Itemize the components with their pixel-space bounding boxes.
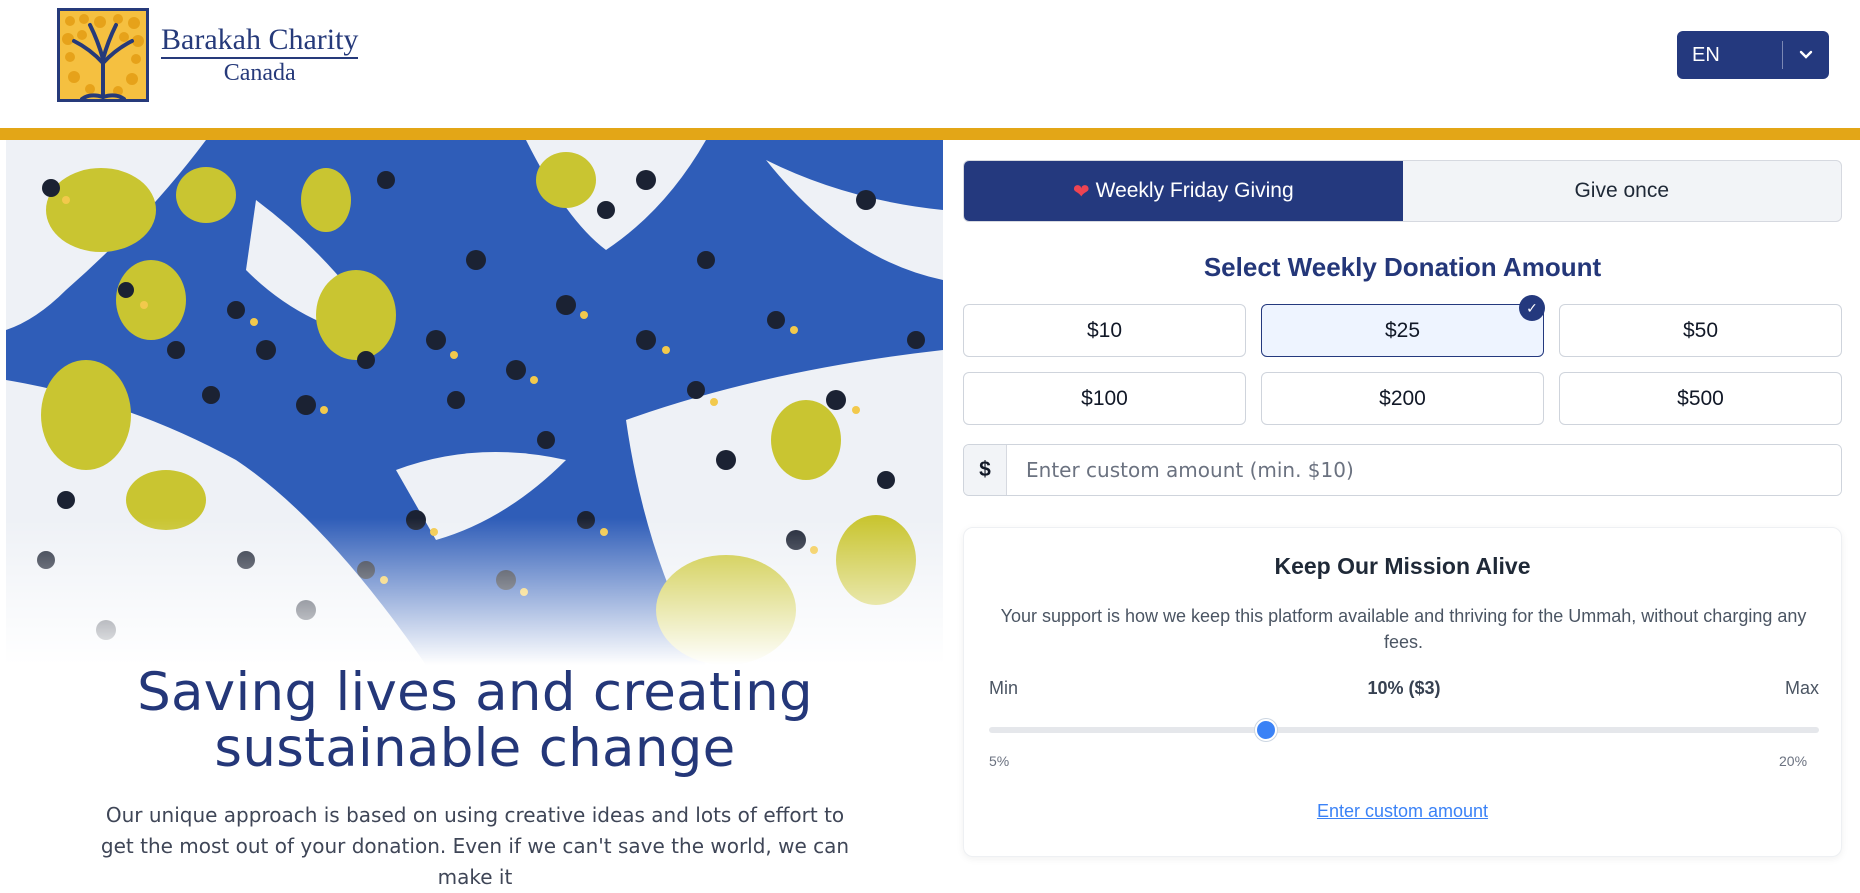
amount-label: $25 xyxy=(1384,318,1421,342)
logo-subtitle: Canada xyxy=(223,60,296,86)
slider-max-label: Max xyxy=(1784,678,1819,698)
language-code: EN xyxy=(1692,43,1720,66)
tab-label: Give once xyxy=(1574,179,1670,202)
tree-logo-icon xyxy=(57,8,149,102)
amount-option-button[interactable]: $100 xyxy=(963,372,1246,425)
donation-amount-options: $10 $25 ✓ $50 $100 $200 $500 xyxy=(963,295,1842,425)
mission-description: Your support is how we keep this platfor… xyxy=(1000,606,1807,652)
hero-intro: Our unique approach is based on using cr… xyxy=(100,803,850,889)
giving-type-tabs: ❤ Weekly Friday Giving Give once xyxy=(963,160,1842,222)
currency-prefix: $ xyxy=(964,445,1007,495)
fee-slider-track[interactable] xyxy=(989,719,1819,741)
logo-text: Barakah Charity Canada xyxy=(161,25,359,86)
amount-option-button[interactable]: $200 xyxy=(1261,372,1544,425)
logo-title: Barakah Charity xyxy=(161,25,359,59)
amount-option-button[interactable]: $500 xyxy=(1559,372,1842,425)
tab-give-once[interactable]: Give once xyxy=(1403,161,1842,221)
custom-amount-input[interactable] xyxy=(1007,445,1841,495)
check-icon: ✓ xyxy=(1519,295,1545,321)
amount-option-button[interactable]: $10 xyxy=(963,304,1246,357)
tab-label: Weekly Friday Giving xyxy=(1095,179,1294,202)
mission-support-card: Keep Our Mission Alive Your support is h… xyxy=(963,527,1842,857)
hero-headline: Saving lives and creating sustainable ch… xyxy=(137,662,813,779)
slider-max-tick: 20% xyxy=(1779,753,1808,769)
hero-image xyxy=(6,140,943,665)
amount-option-button[interactable]: $50 xyxy=(1559,304,1842,357)
fee-slider-thumb[interactable] xyxy=(1254,719,1277,741)
logo[interactable]: Barakah Charity Canada xyxy=(57,8,359,102)
amount-option-button-selected[interactable]: $25 ✓ xyxy=(1261,295,1545,357)
slider-current-value: 10% ($3) xyxy=(1367,678,1441,698)
slider-min-tick: 5% xyxy=(989,753,1010,769)
header-accent-bar xyxy=(0,128,1860,140)
language-selector[interactable]: EN xyxy=(1677,31,1829,79)
custom-amount-field: $ xyxy=(963,444,1842,496)
tab-weekly-friday-giving[interactable]: ❤ Weekly Friday Giving xyxy=(964,161,1403,221)
chevron-down-icon[interactable] xyxy=(1783,50,1829,60)
donation-amount-title: Select Weekly Donation Amount xyxy=(1203,252,1602,282)
enter-custom-amount-link[interactable]: Enter custom amount xyxy=(964,801,1841,822)
slider-labels: Min 10% ($3) Max xyxy=(989,678,1819,706)
mission-title: Keep Our Mission Alive xyxy=(1274,553,1531,579)
heart-icon: ❤ xyxy=(1072,180,1090,203)
site-header: Barakah Charity Canada EN xyxy=(0,0,1860,128)
